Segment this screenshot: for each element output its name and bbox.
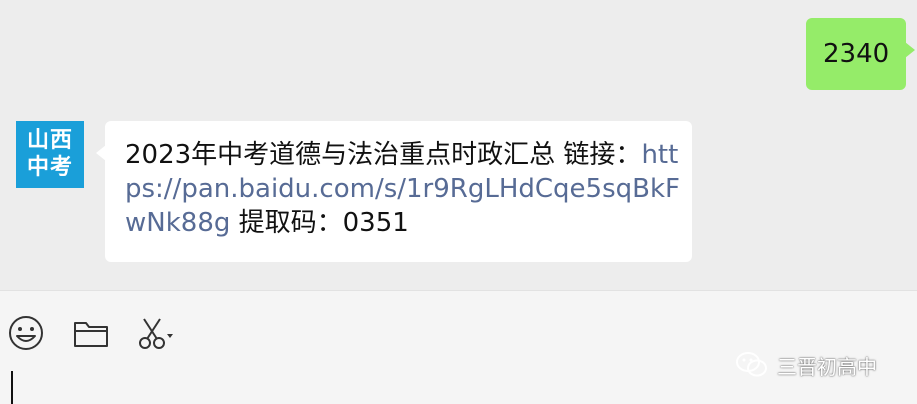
text-cursor: [11, 371, 13, 404]
screenshot-button[interactable]: [136, 313, 176, 353]
folder-icon: [74, 322, 108, 347]
wechat-icon: [736, 352, 767, 377]
scissors-icon: [139, 318, 173, 349]
avatar-line-1: 山西: [26, 128, 73, 153]
chat-history: 2340 山西 中考 2023年中考道德与法治重点时政汇总 链接：https:/…: [0, 0, 917, 290]
watermark: 三晋初高中: [735, 349, 877, 381]
avatar-line-2: 中考: [26, 155, 73, 180]
incoming-message-bubble[interactable]: 2023年中考道德与法治重点时政汇总 链接：https://pan.baidu.…: [96, 121, 692, 262]
avatar[interactable]: 山西 中考: [16, 121, 84, 188]
outgoing-message-text: 2340: [823, 39, 890, 69]
emoji-button[interactable]: [6, 313, 46, 353]
incoming-message-text: 2023年中考道德与法治重点时政汇总 链接：: [125, 140, 642, 170]
emoji-icon: [9, 316, 43, 350]
file-button[interactable]: [72, 313, 112, 353]
outgoing-message-bubble[interactable]: 2340: [806, 18, 915, 90]
extraction-code-text: 提取码：0351: [230, 208, 409, 238]
watermark-text: 三晋初高中: [777, 354, 877, 379]
